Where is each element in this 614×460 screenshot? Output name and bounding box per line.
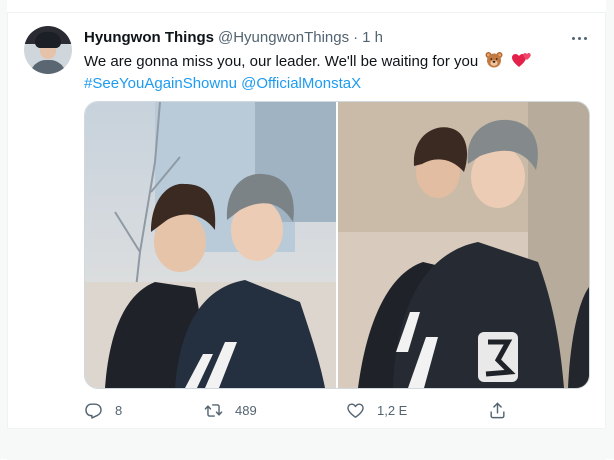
- retweet-count: 489: [235, 402, 257, 418]
- tweet-media-grid: [84, 101, 590, 389]
- reply-icon: [84, 401, 103, 420]
- share-icon: [488, 401, 507, 420]
- tweet-text-line-1: We are gonna miss you, our leader. We'll…: [84, 51, 584, 74]
- more-options-button[interactable]: [566, 27, 592, 49]
- tweet-body-text: We are gonna miss you, our leader. We'll…: [84, 53, 479, 70]
- bear-face-icon: [485, 51, 503, 74]
- share-button[interactable]: [488, 398, 507, 422]
- hashtag-link[interactable]: #SeeYouAgainShownu: [84, 75, 237, 92]
- tweet-actions: 8 489 1,2 E: [84, 398, 524, 422]
- tweet-text-line-2: #SeeYouAgainShownu @OfficialMonstaX: [84, 74, 584, 94]
- like-button[interactable]: 1,2 E: [346, 398, 407, 422]
- like-count: 1,2 E: [377, 402, 408, 418]
- more-dot-icon: [571, 36, 575, 40]
- more-dot-icon: [577, 36, 581, 40]
- avatar-hair: [35, 32, 61, 48]
- reply-button[interactable]: 8: [84, 398, 122, 422]
- tweet-timestamp[interactable]: 1 h: [362, 29, 383, 46]
- tweet-text: We are gonna miss you, our leader. We'll…: [84, 51, 584, 94]
- reply-count: 8: [115, 402, 123, 418]
- mention-link[interactable]: @OfficialMonstaX: [241, 75, 361, 92]
- more-dot-icon: [583, 36, 587, 40]
- retweet-icon: [204, 401, 223, 420]
- tweet[interactable]: Hyungwon Things @HyungwonThings · 1 h We…: [8, 13, 605, 428]
- avatar-shirt: [30, 60, 66, 74]
- tweet-header: Hyungwon Things @HyungwonThings · 1 h: [84, 29, 383, 49]
- two-hearts-icon: [511, 51, 531, 74]
- time-separator: ·: [353, 29, 359, 46]
- next-tweet-edge: [7, 428, 606, 460]
- previous-tweet-edge: [7, 0, 606, 13]
- retweet-button[interactable]: 489: [204, 398, 257, 422]
- like-icon: [346, 401, 365, 420]
- page-right-gutter: [605, 0, 614, 459]
- tweet-photo-1[interactable]: [85, 102, 336, 388]
- avatar[interactable]: [24, 26, 72, 74]
- author-handle[interactable]: @HyungwonThings: [218, 29, 349, 46]
- author-name[interactable]: Hyungwon Things: [84, 29, 214, 46]
- page-left-gutter: [0, 0, 8, 459]
- tweet-photo-2[interactable]: [338, 102, 589, 388]
